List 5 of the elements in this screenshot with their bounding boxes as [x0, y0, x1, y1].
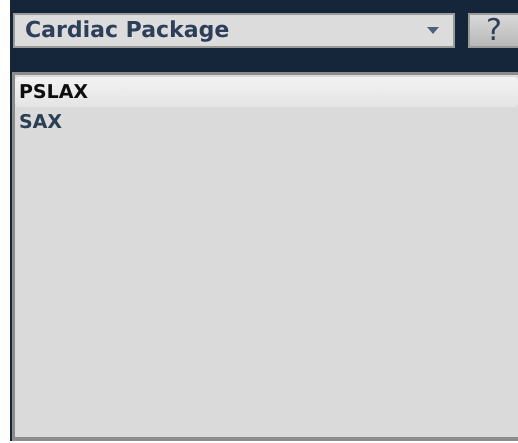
view-item[interactable]: PSLAX [15, 77, 518, 107]
package-dropdown[interactable]: Cardiac Package [13, 13, 455, 48]
caret-icon [427, 27, 439, 34]
help-button[interactable]: ? [468, 13, 518, 48]
view-item[interactable]: SAX [15, 107, 518, 137]
